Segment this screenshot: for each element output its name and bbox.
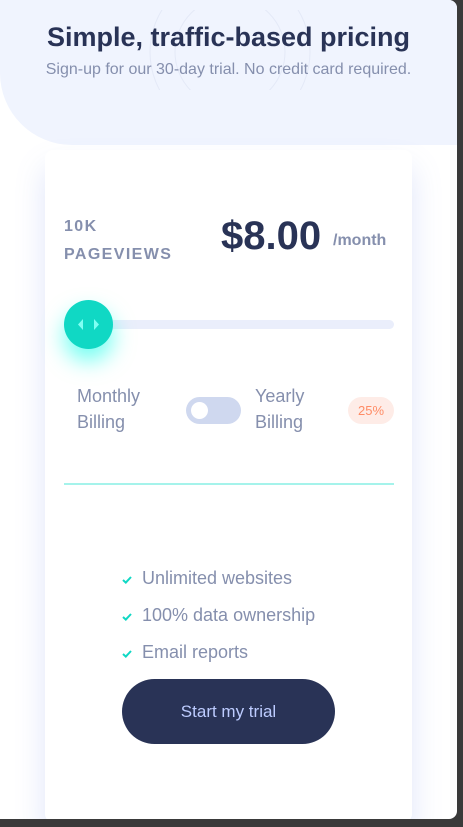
slider-arrows-icon <box>78 319 99 330</box>
page-title: Simple, traffic-based pricing <box>46 22 411 52</box>
price-amount: $8.00 <box>221 214 322 258</box>
price-period: /month <box>333 232 387 249</box>
check-icon <box>122 605 140 626</box>
check-icon <box>122 568 140 589</box>
billing-toggle[interactable] <box>186 397 241 424</box>
feature-label: 100% data ownership <box>142 605 316 625</box>
pageviews-slider-track[interactable] <box>64 320 394 329</box>
pricing-card: 10K PAGEVIEWS $8.00 /month Monthly Billi… <box>45 150 412 819</box>
yearly-billing-label: Yearly Billing <box>255 386 305 432</box>
start-trial-button[interactable]: Start my trial <box>122 679 335 744</box>
feature-label: Unlimited websites <box>142 568 293 588</box>
pricing-page: Simple, traffic-based pricing Sign-up fo… <box>0 0 457 819</box>
check-icon <box>122 642 140 663</box>
monthly-billing-label: Monthly Billing <box>77 386 141 432</box>
discount-badge: 25% <box>348 397 394 424</box>
feature-label: Email reports <box>142 642 249 662</box>
pageviews-slider-thumb[interactable] <box>64 300 113 349</box>
divider <box>64 483 394 485</box>
feature-list: Unlimited websites 100% data ownership Ema… <box>122 560 315 671</box>
feature-item: Unlimited websites <box>122 560 315 597</box>
pageviews-label: 10K PAGEVIEWS <box>64 218 173 263</box>
feature-item: Email reports <box>122 634 315 671</box>
toggle-knob <box>191 402 208 419</box>
feature-item: 100% data ownership <box>122 597 315 634</box>
page-subtitle: Sign-up for our 30-day trial. No credit … <box>45 61 412 78</box>
